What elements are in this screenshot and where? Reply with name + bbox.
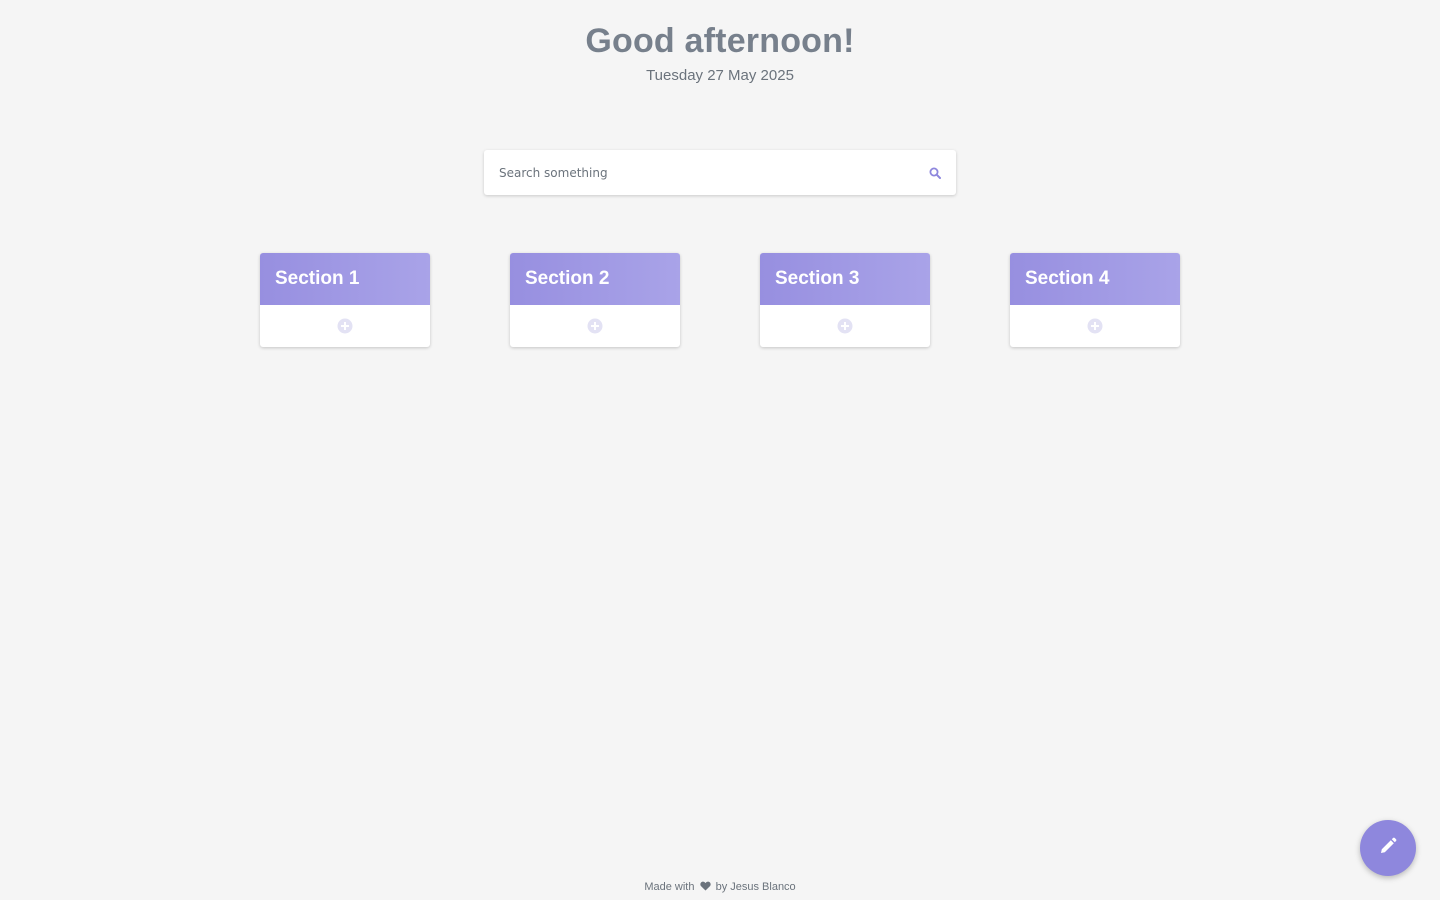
page: Good afternoon! Tuesday 27 May 2025 Sect… <box>0 0 1440 900</box>
footer-prefix: Made with <box>644 881 695 893</box>
section-header: Section 4 <box>1010 253 1180 305</box>
section-body <box>1010 305 1180 347</box>
plus-circle-icon[interactable] <box>587 318 603 334</box>
section-body <box>760 305 930 347</box>
pencil-icon <box>1379 837 1397 860</box>
section-body <box>260 305 430 347</box>
section-card-3: Section 3 <box>760 253 930 347</box>
search-bar <box>484 150 956 195</box>
sections-row: Section 1 Section 2 Section 3 Section 4 <box>260 253 1180 347</box>
current-date: Tuesday 27 May 2025 <box>646 67 794 84</box>
section-title: Section 2 <box>525 268 610 289</box>
section-header: Section 2 <box>510 253 680 305</box>
footer: Made with by Jesus Blanco <box>0 881 1440 894</box>
section-card-1: Section 1 <box>260 253 430 347</box>
section-card-2: Section 2 <box>510 253 680 347</box>
plus-circle-icon[interactable] <box>837 318 853 334</box>
edit-button[interactable] <box>1360 820 1416 876</box>
section-card-4: Section 4 <box>1010 253 1180 347</box>
greeting-header: Good afternoon! Tuesday 27 May 2025 <box>0 20 1440 86</box>
search-input[interactable] <box>484 150 914 195</box>
search-icon[interactable] <box>914 150 956 195</box>
plus-circle-icon[interactable] <box>337 318 353 334</box>
section-body <box>510 305 680 347</box>
section-header: Section 3 <box>760 253 930 305</box>
section-header: Section 1 <box>260 253 430 305</box>
section-title: Section 1 <box>275 268 360 289</box>
greeting-title: Good afternoon! <box>585 22 855 60</box>
footer-author: by Jesus Blanco <box>715 881 796 893</box>
heart-icon <box>699 881 711 894</box>
section-title: Section 3 <box>775 268 860 289</box>
plus-circle-icon[interactable] <box>1087 318 1103 334</box>
section-title: Section 4 <box>1025 268 1110 289</box>
